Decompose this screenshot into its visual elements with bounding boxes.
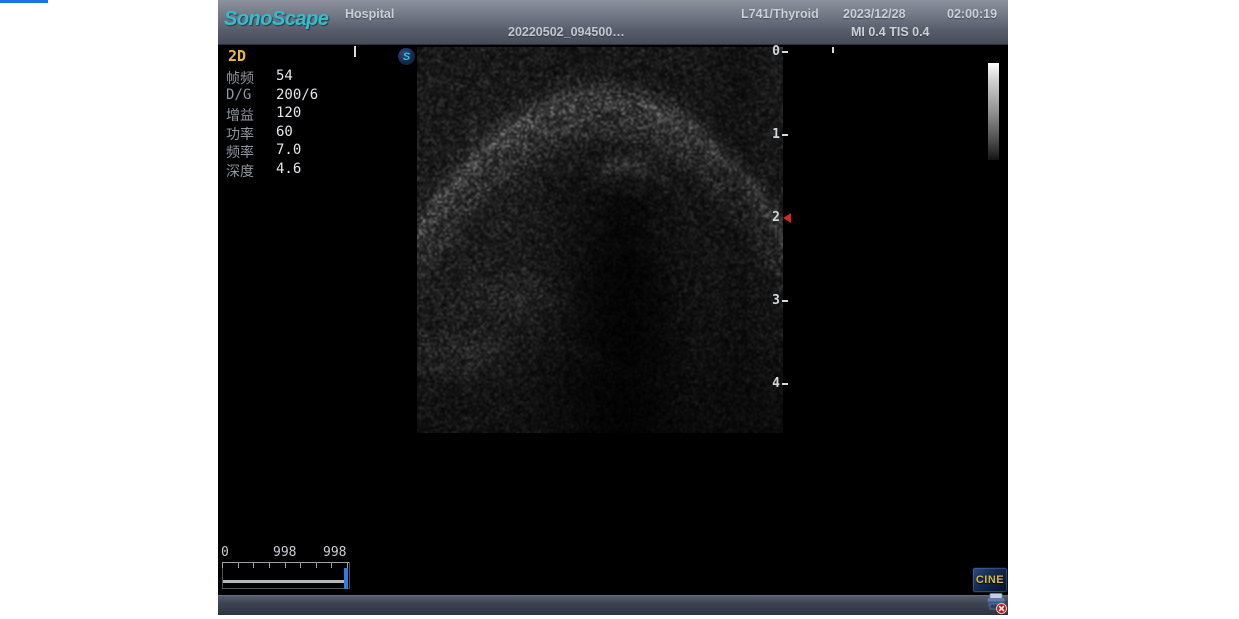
cine-button[interactable]: CINE [972,567,1008,593]
depth-tick-1 [782,134,788,136]
param-power: 功率 60 [226,124,396,143]
acoustic-output-mi-tis: MI 0.4 TIS 0.4 [851,25,930,39]
cine-tick [285,563,286,568]
sonoscape-logo: SonoScape [224,8,328,31]
param-frame-rate: 帧频 54 [226,68,396,87]
cine-progress-bar[interactable] [222,562,349,589]
imaging-mode-label: 2D [228,47,246,65]
param-dynamic-range: D/G 200/6 [226,87,396,106]
printer-error-icon[interactable] [985,592,1007,614]
parameter-panel: 帧频 54 D/G 200/6 增益 120 功率 60 频率 7.0 深度 4… [226,68,396,180]
param-depth: 深度 4.6 [226,161,396,180]
cine-tick [331,563,332,568]
depth-tick-3 [782,300,788,302]
depth-label-2: 2 [766,210,780,225]
system-date: 2023/12/28 [843,7,906,21]
cine-start-frame: 0 [221,545,229,560]
param-frequency: 频率 7.0 [226,142,396,161]
cine-progress-fill [223,580,346,583]
focus-depth-marker-icon[interactable] [783,213,791,223]
grayscale-map-bar [988,63,999,160]
cine-tick [300,563,301,568]
depth-tick-4 [782,383,788,385]
cine-tick [253,563,254,568]
depth-tick-0 [782,51,788,53]
hospital-name: Hospital [345,7,394,21]
cine-tick [222,563,223,568]
cine-current-frame: 998 [273,545,296,560]
system-time: 02:00:19 [947,7,997,21]
cine-total-frames: 998 [323,545,346,560]
probe-preset: L741/Thyroid [741,7,819,21]
cine-tick [269,563,270,568]
exam-id: 20220502_094500… [508,25,625,39]
cine-tick [238,563,239,568]
top-bar: SonoScape Hospital L741/Thyroid 2023/12/… [218,0,1008,45]
param-gain: 增益 120 [226,105,396,124]
s-logo-icon: S [398,48,415,65]
orientation-tick [832,47,834,53]
cine-tick [316,563,317,568]
depth-label-3: 3 [766,293,780,308]
cine-frame-cursor[interactable] [344,568,348,589]
browser-edge-fragment [0,0,48,3]
depth-label-0: 0 [766,44,780,59]
status-bar [218,595,1008,615]
depth-label-4: 4 [766,376,780,391]
focus-position-tick [354,46,356,57]
ultrasound-app-window: SonoScape Hospital L741/Thyroid 2023/12/… [218,0,1008,615]
depth-label-1: 1 [766,127,780,142]
ultrasound-image[interactable] [417,47,783,433]
